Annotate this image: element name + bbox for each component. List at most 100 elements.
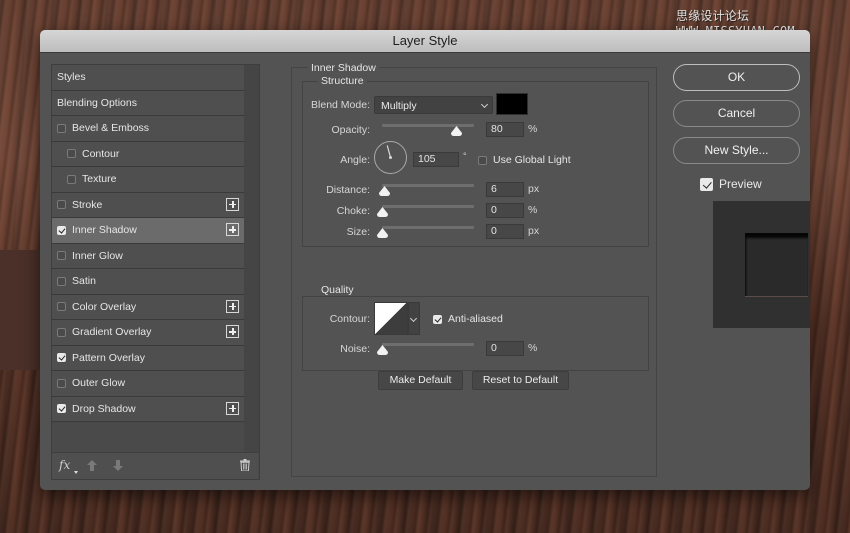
style-item-contour[interactable]: Contour [52,141,244,167]
style-item-label: Color Overlay [72,300,137,313]
style-item-gradient-overlay[interactable]: Gradient Overlay [52,320,244,346]
anti-aliased-label: Anti-aliased [448,313,503,325]
ok-button[interactable]: OK [673,64,800,91]
style-checkbox[interactable] [57,327,66,337]
noise-unit: % [528,342,538,354]
use-global-light-label: Use Global Light [493,154,571,166]
style-item-label: Pattern Overlay [72,351,145,364]
trash-icon[interactable] [240,459,250,471]
style-item-label: Texture [82,173,117,186]
style-checkbox[interactable] [57,353,66,363]
style-item-inner-glow[interactable]: Inner Glow [52,243,244,269]
style-item-label: Gradient Overlay [72,326,152,339]
style-item-pattern-overlay[interactable]: Pattern Overlay [52,345,244,371]
styles-scrollbar[interactable] [244,65,259,453]
size-slider-thumb[interactable] [377,228,388,238]
style-checkbox[interactable] [57,123,66,133]
add-effect-plus-icon[interactable] [226,325,239,338]
size-unit: px [528,225,540,237]
reset-to-default-button[interactable]: Reset to Default [472,371,569,390]
style-item-label: Blending Options [57,96,137,109]
style-item-bevel-emboss[interactable]: Bevel & Emboss [52,116,244,142]
size-input[interactable]: 0 [486,224,524,239]
style-checkbox[interactable] [57,302,66,312]
style-checkbox[interactable] [57,378,66,388]
add-effect-plus-icon[interactable] [226,223,239,236]
style-checkbox[interactable] [67,174,76,184]
inner-shadow-panel: Inner Shadow Structure Blend Mode: Multi… [291,62,657,477]
anti-aliased-checkbox[interactable]: Anti-aliased [433,313,503,325]
angle-dial[interactable] [374,141,407,174]
section-title: Inner Shadow [308,62,379,74]
style-item-label: Styles [57,71,86,84]
styles-footer: fx [52,452,258,479]
style-item-stroke[interactable]: Stroke [52,192,244,218]
shadow-color-swatch[interactable] [496,93,528,115]
style-item-texture[interactable]: Texture [52,167,244,193]
choke-slider-thumb[interactable] [377,207,388,217]
style-item-inner-shadow[interactable]: Inner Shadow [52,218,244,244]
move-up-icon[interactable] [87,460,97,471]
structure-title: Structure [318,75,367,87]
choke-slider[interactable] [382,205,474,208]
style-item-color-overlay[interactable]: Color Overlay [52,294,244,320]
styles-list: Styles Blending Options Bevel & Emboss Cont… [52,65,258,422]
choke-input[interactable]: 0 [486,203,524,218]
move-down-icon[interactable] [113,460,123,471]
style-item-label: Drop Shadow [72,402,136,415]
preview-label: Preview [719,177,762,191]
noise-slider[interactable] [382,343,474,346]
distance-slider[interactable] [382,184,474,187]
style-checkbox[interactable] [67,149,76,159]
style-item-label: Contour [82,147,120,160]
contour-dropdown[interactable] [408,302,420,335]
distance-unit: px [528,183,540,195]
use-global-light-box[interactable] [478,155,487,165]
opacity-input[interactable]: 80 [486,122,524,137]
style-item-styles[interactable]: Styles [52,65,244,91]
chevron-down-icon [409,314,418,323]
anti-aliased-box[interactable] [433,314,442,324]
style-item-blending-options[interactable]: Blending Options [52,90,244,116]
background-wood-carving [0,250,40,370]
noise-slider-thumb[interactable] [377,345,388,355]
contour-label: Contour: [329,313,370,325]
style-item-label: Inner Shadow [72,224,137,237]
fx-menu-icon[interactable]: fx [59,458,70,472]
style-checkbox[interactable] [57,200,66,210]
dialog-title: Layer Style [40,30,810,53]
style-preview-swatch [745,233,808,297]
cancel-button[interactable]: Cancel [673,100,800,127]
style-checkbox[interactable] [57,225,66,235]
preview-checkbox[interactable]: Preview [700,177,762,191]
add-effect-plus-icon[interactable] [226,401,239,415]
angle-needle [386,145,392,158]
blend-mode-select[interactable]: Multiply [374,96,493,114]
opacity-unit: % [528,123,538,135]
style-item-outer-glow[interactable]: Outer Glow [52,371,244,397]
style-item-label: Stroke [72,198,103,211]
quality-title: Quality [318,284,357,296]
distance-slider-thumb[interactable] [379,186,391,196]
style-checkbox[interactable] [57,251,66,261]
use-global-light-checkbox[interactable]: Use Global Light [478,154,571,166]
opacity-slider-thumb[interactable] [450,126,462,136]
chevron-down-icon [480,100,489,109]
angle-input[interactable]: 105 [413,152,459,167]
preview-box[interactable] [700,177,713,191]
style-item-drop-shadow[interactable]: Drop Shadow [52,396,244,422]
contour-preview[interactable] [374,302,408,335]
style-checkbox[interactable] [57,276,66,286]
add-effect-plus-icon[interactable] [226,299,239,313]
noise-input[interactable]: 0 [486,341,524,356]
new-style-button[interactable]: New Style... [673,137,800,164]
style-item-satin[interactable]: Satin [52,269,244,295]
size-slider[interactable] [382,226,474,229]
style-item-label: Bevel & Emboss [72,122,150,135]
distance-input[interactable]: 6 [486,182,524,197]
styles-panel: Styles Blending Options Bevel & Emboss Cont… [51,64,260,480]
style-item-label: Inner Glow [72,249,123,262]
style-checkbox[interactable] [57,404,66,414]
add-effect-plus-icon[interactable] [226,197,239,211]
make-default-button[interactable]: Make Default [378,371,463,390]
